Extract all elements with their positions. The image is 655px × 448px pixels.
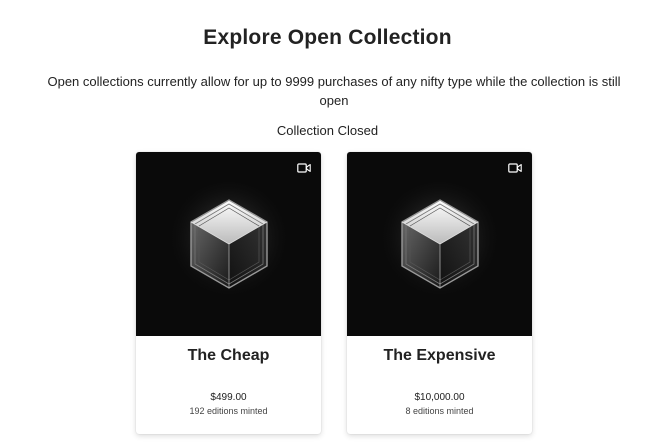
nifty-price: $499.00 <box>210 392 247 403</box>
video-camera-icon <box>297 163 311 173</box>
nifty-editions-minted: 192 editions minted <box>189 406 268 416</box>
cube-artwork <box>167 182 291 306</box>
nifty-name: The Cheap <box>187 347 270 364</box>
nifty-card-cheap[interactable]: The Cheap $499.00 192 editions minted <box>136 152 321 434</box>
nifty-price: $10,000.00 <box>414 392 465 403</box>
nifty-media[interactable] <box>136 152 321 336</box>
cube-artwork <box>378 182 502 306</box>
nifty-editions-minted: 8 editions minted <box>405 406 474 416</box>
collection-description: Open collections currently allow for up … <box>47 74 621 108</box>
collection-status: Collection Closed <box>276 123 379 138</box>
nifty-card-expensive[interactable]: The Expensive $10,000.00 8 editions mint… <box>347 152 532 434</box>
nifty-name: The Expensive <box>383 347 496 364</box>
nifty-media[interactable] <box>347 152 532 336</box>
video-camera-icon <box>508 163 522 173</box>
page-title: Explore Open Collection <box>203 26 452 49</box>
